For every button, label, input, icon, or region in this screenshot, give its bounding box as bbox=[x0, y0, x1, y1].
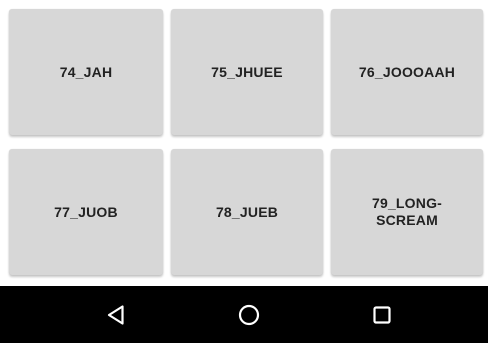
home-circle-icon bbox=[238, 304, 260, 325]
recents-button[interactable] bbox=[342, 286, 422, 343]
sound-button-78-jueb[interactable]: 78_JUEB bbox=[171, 149, 323, 275]
android-navigation-bar bbox=[0, 286, 488, 343]
soundboard-grid: 74_JAH 75_JHUEE 76_JOOOAAH 77_JUOB 78_JU… bbox=[0, 0, 488, 286]
sound-button-label: 78_JUEB bbox=[215, 203, 279, 220]
sound-button-75-jhuee[interactable]: 75_JHUEE bbox=[171, 9, 323, 135]
sound-button-76-joooaah[interactable]: 76_JOOOAAH bbox=[331, 9, 483, 135]
sound-button-74-jah[interactable]: 74_JAH bbox=[9, 9, 163, 135]
sound-button-label: 79_LONG- SCREAM bbox=[371, 195, 443, 228]
sound-button-label: 76_JOOOAAH bbox=[358, 63, 456, 80]
sound-button-label: 77_JUOB bbox=[54, 203, 118, 220]
sound-button-label: 74_JAH bbox=[59, 63, 113, 80]
sound-button-79-long-scream[interactable]: 79_LONG- SCREAM bbox=[331, 149, 483, 275]
app-screen: 74_JAH 75_JHUEE 76_JOOOAAH 77_JUOB 78_JU… bbox=[0, 0, 488, 343]
sound-button-77-juob[interactable]: 77_JUOB bbox=[9, 149, 163, 275]
home-button[interactable] bbox=[209, 286, 289, 343]
recents-square-icon bbox=[373, 305, 391, 324]
back-triangle-icon bbox=[107, 304, 124, 325]
back-button[interactable] bbox=[76, 286, 156, 343]
sound-button-label: 75_JHUEE bbox=[211, 63, 283, 80]
